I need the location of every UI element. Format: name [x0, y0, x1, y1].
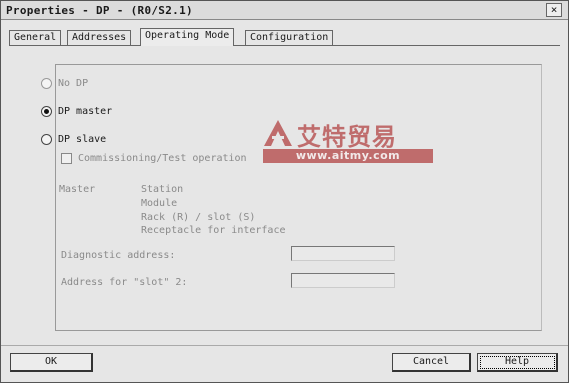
- slot2-address-input[interactable]: [291, 273, 395, 288]
- master-label: Master: [59, 184, 96, 195]
- watermark-url: www.aitmy.com: [263, 149, 433, 163]
- radio-button-icon: [41, 78, 52, 89]
- tab-configuration[interactable]: Configuration: [245, 30, 334, 45]
- radio-no-dp-label: No DP: [58, 78, 89, 89]
- properties-dialog: Properties - DP - (R0/S2.1) × General Ad…: [0, 0, 569, 383]
- watermark-logo: 艾特贸易 www.aitmy.com: [263, 117, 433, 165]
- tab-divider: [9, 45, 560, 46]
- radio-dp-master-label: DP master: [58, 106, 113, 117]
- footer-divider: [1, 345, 568, 346]
- radio-dp-slave-label: DP slave: [58, 134, 107, 145]
- window-title: Properties - DP - (R0/S2.1): [6, 4, 193, 17]
- radio-button-icon: [41, 134, 52, 145]
- radio-dp-slave[interactable]: DP slave: [41, 134, 106, 145]
- ok-button[interactable]: OK: [10, 353, 93, 372]
- mode-frame: [55, 64, 542, 331]
- watermark-chinese-text: 艾特贸易: [297, 122, 397, 151]
- tab-general[interactable]: General: [9, 30, 62, 45]
- tab-operating-mode[interactable]: Operating Mode: [140, 28, 235, 46]
- tab-addresses[interactable]: Addresses: [67, 30, 132, 45]
- help-button[interactable]: Help: [477, 353, 558, 372]
- radio-dp-master[interactable]: DP master: [41, 106, 112, 117]
- operating-mode-panel: No DP DP master DP slave Commissioning/T…: [15, 48, 554, 343]
- close-button[interactable]: ×: [546, 3, 562, 17]
- master-station-label: Station: [141, 184, 184, 195]
- commissioning-checkbox[interactable]: Commissioning/Test operation: [61, 153, 247, 164]
- master-module-label: Module: [141, 198, 178, 209]
- radio-no-dp[interactable]: No DP: [41, 78, 88, 89]
- slot2-address-label: Address for "slot" 2:: [61, 277, 188, 288]
- cancel-button[interactable]: Cancel: [392, 353, 471, 372]
- checkbox-icon: [61, 153, 72, 164]
- aitmy-logo-icon: [264, 120, 292, 146]
- master-receptacle-label: Receptacle for interface: [141, 225, 286, 236]
- master-rack-slot-label: Rack (R) / slot (S): [141, 212, 256, 223]
- commissioning-checkbox-label: Commissioning/Test operation: [78, 153, 247, 164]
- title-bar[interactable]: Properties - DP - (R0/S2.1) ×: [1, 1, 568, 20]
- diagnostic-address-input[interactable]: [291, 246, 395, 261]
- diagnostic-address-label: Diagnostic address:: [61, 250, 176, 261]
- radio-selected-icon: [41, 106, 52, 117]
